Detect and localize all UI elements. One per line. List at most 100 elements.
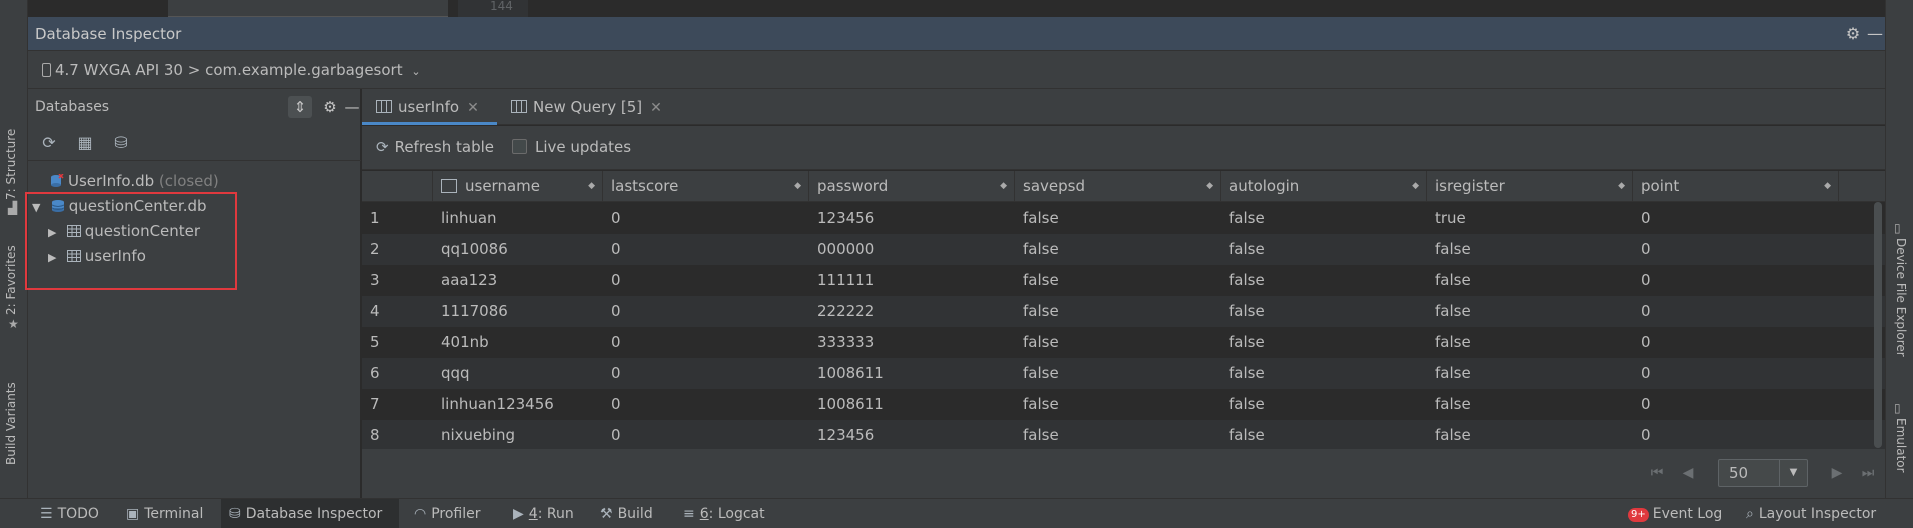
- run-tab[interactable]: ▶ 4: Run: [505, 499, 582, 528]
- table-cell[interactable]: false: [1015, 234, 1059, 265]
- keep-connection-icon[interactable]: ⛁: [111, 133, 131, 153]
- table-cell[interactable]: 222222: [809, 296, 874, 327]
- table-cell[interactable]: 333333: [809, 327, 874, 358]
- table-cell[interactable]: false: [1015, 327, 1059, 358]
- terminal-tab[interactable]: ▣ Terminal: [118, 499, 211, 528]
- table-cell[interactable]: 0: [1633, 358, 1651, 389]
- table-cell[interactable]: false: [1015, 265, 1059, 296]
- table-cell[interactable]: true: [1427, 203, 1466, 234]
- table-cell[interactable]: 123456: [809, 420, 874, 451]
- table-cell[interactable]: 1008611: [809, 389, 884, 420]
- emulator-tab[interactable]: ▯ Emulator: [1886, 400, 1913, 480]
- table-cell[interactable]: aaa123: [433, 265, 497, 296]
- table-cell[interactable]: false: [1427, 358, 1471, 389]
- table-cell[interactable]: qq10086: [433, 234, 508, 265]
- table-cell[interactable]: false: [1221, 358, 1265, 389]
- refresh-table-button[interactable]: ⟳ Refresh table: [376, 138, 494, 156]
- todo-tab[interactable]: ☰ TODO: [32, 499, 107, 528]
- build-variants-tool-tab[interactable]: Build Variants: [0, 370, 28, 470]
- table-cell[interactable]: nixuebing: [433, 420, 515, 451]
- table-cell[interactable]: linhuan: [433, 203, 497, 234]
- table-cell[interactable]: false: [1221, 389, 1265, 420]
- table-cell[interactable]: false: [1221, 296, 1265, 327]
- sort-icon[interactable]: ◆: [1000, 171, 1007, 202]
- table-cell[interactable]: 0: [1633, 296, 1651, 327]
- table-cell[interactable]: 0: [1633, 389, 1651, 420]
- table-cell[interactable]: 0: [603, 265, 621, 296]
- sort-icon[interactable]: ◆: [1206, 171, 1213, 202]
- table-cell[interactable]: 0: [1633, 234, 1651, 265]
- table-cell[interactable]: false: [1015, 389, 1059, 420]
- table-cell[interactable]: 1117086: [433, 296, 508, 327]
- close-icon[interactable]: ✕: [467, 100, 479, 116]
- table-cell[interactable]: false: [1015, 296, 1059, 327]
- tab-new-query[interactable]: New Query [5] ✕: [497, 89, 672, 125]
- table-cell[interactable]: 0: [603, 420, 621, 451]
- table-cell[interactable]: 0: [603, 389, 621, 420]
- table-cell[interactable]: false: [1427, 234, 1471, 265]
- column-header-password[interactable]: password ◆: [809, 171, 1015, 202]
- table-row[interactable]: 5 401nb 0 333333 false false false 0: [362, 327, 1885, 358]
- table-cell[interactable]: 0: [603, 296, 621, 327]
- database-inspector-tab[interactable]: ⛁ Database Inspector: [221, 499, 399, 528]
- table-row[interactable]: 1 linhuan 0 123456 false false true 0: [362, 203, 1885, 234]
- table-cell[interactable]: 0: [1633, 203, 1651, 234]
- page-size-select[interactable]: 50 ▼: [1718, 459, 1808, 487]
- table-cell[interactable]: false: [1427, 296, 1471, 327]
- sort-icon[interactable]: ◆: [1412, 171, 1419, 202]
- table-row[interactable]: 3 aaa123 0 111111 false false false 0: [362, 265, 1885, 296]
- layout-inspector-tab[interactable]: ⌕ Layout Inspector: [1738, 499, 1884, 528]
- table-row[interactable]: 4 1117086 0 222222 false false false 0: [362, 296, 1885, 327]
- sort-icon[interactable]: ◆: [794, 171, 801, 202]
- first-page-icon[interactable]: ⏮: [1647, 463, 1667, 483]
- table-row[interactable]: 2 qq10086 0 000000 false false false 0: [362, 234, 1885, 265]
- table-cell[interactable]: 0: [603, 327, 621, 358]
- table-cell[interactable]: 111111: [809, 265, 874, 296]
- table-cell[interactable]: false: [1221, 265, 1265, 296]
- table-cell[interactable]: 0: [603, 203, 621, 234]
- table-cell[interactable]: false: [1015, 203, 1059, 234]
- close-icon[interactable]: ✕: [650, 100, 662, 116]
- sort-icon[interactable]: ◆: [1824, 171, 1831, 202]
- collapse-all-icon[interactable]: ⇕: [288, 96, 312, 118]
- build-tab[interactable]: ⚒ Build: [592, 499, 661, 528]
- structure-tool-tab[interactable]: 7: Structure ▟: [0, 120, 28, 215]
- table-cell[interactable]: 1008611: [809, 358, 884, 389]
- event-log-tab[interactable]: 9+ Event Log: [1620, 499, 1730, 528]
- table-cell[interactable]: false: [1427, 389, 1471, 420]
- profiler-tab[interactable]: ◠ Profiler: [406, 499, 489, 528]
- table-cell[interactable]: false: [1221, 203, 1265, 234]
- table-cell[interactable]: linhuan123456: [433, 389, 554, 420]
- column-header-point[interactable]: point ◆: [1633, 171, 1839, 202]
- table-cell[interactable]: false: [1427, 265, 1471, 296]
- table-cell[interactable]: 123456: [809, 203, 874, 234]
- gear-icon[interactable]: ⚙: [318, 96, 342, 118]
- table-row[interactable]: 7 linhuan123456 0 1008611 false false false 0: [362, 389, 1885, 420]
- table-cell[interactable]: 0: [1633, 265, 1651, 296]
- logcat-tab[interactable]: ≡ 6: Logcat: [675, 499, 773, 528]
- sort-icon[interactable]: ◆: [588, 171, 595, 202]
- table-cell[interactable]: 0: [603, 358, 621, 389]
- table-cell[interactable]: 0: [603, 234, 621, 265]
- live-updates-checkbox[interactable]: Live updates: [512, 138, 631, 156]
- column-header-lastscore[interactable]: lastscore ◆: [603, 171, 809, 202]
- tab-userinfo[interactable]: userInfo ✕: [362, 89, 497, 125]
- tree-item-userinfo-db[interactable]: UserInfo.db (closed): [50, 169, 219, 194]
- column-header-autologin[interactable]: autologin ◆: [1221, 171, 1427, 202]
- column-header-username[interactable]: username ◆: [433, 171, 603, 202]
- column-header-isregister[interactable]: isregister ◆: [1427, 171, 1633, 202]
- table-cell[interactable]: false: [1427, 327, 1471, 358]
- hide-panel-icon[interactable]: —: [340, 96, 364, 118]
- checkbox-box[interactable]: [512, 139, 527, 154]
- vertical-scrollbar[interactable]: [1874, 202, 1882, 448]
- query-table-icon[interactable]: ▦: [75, 133, 95, 153]
- last-page-icon[interactable]: ⏭: [1858, 463, 1878, 483]
- table-cell[interactable]: 000000: [809, 234, 874, 265]
- device-selector[interactable]: 4.7 WXGA API 30 > com.example.garbagesor…: [42, 61, 421, 79]
- table-cell[interactable]: false: [1221, 420, 1265, 451]
- table-cell[interactable]: qqq: [433, 358, 470, 389]
- table-cell[interactable]: false: [1221, 234, 1265, 265]
- table-cell[interactable]: false: [1427, 420, 1471, 451]
- gear-icon[interactable]: ⚙: [1844, 25, 1862, 43]
- refresh-icon[interactable]: ⟳: [39, 133, 59, 153]
